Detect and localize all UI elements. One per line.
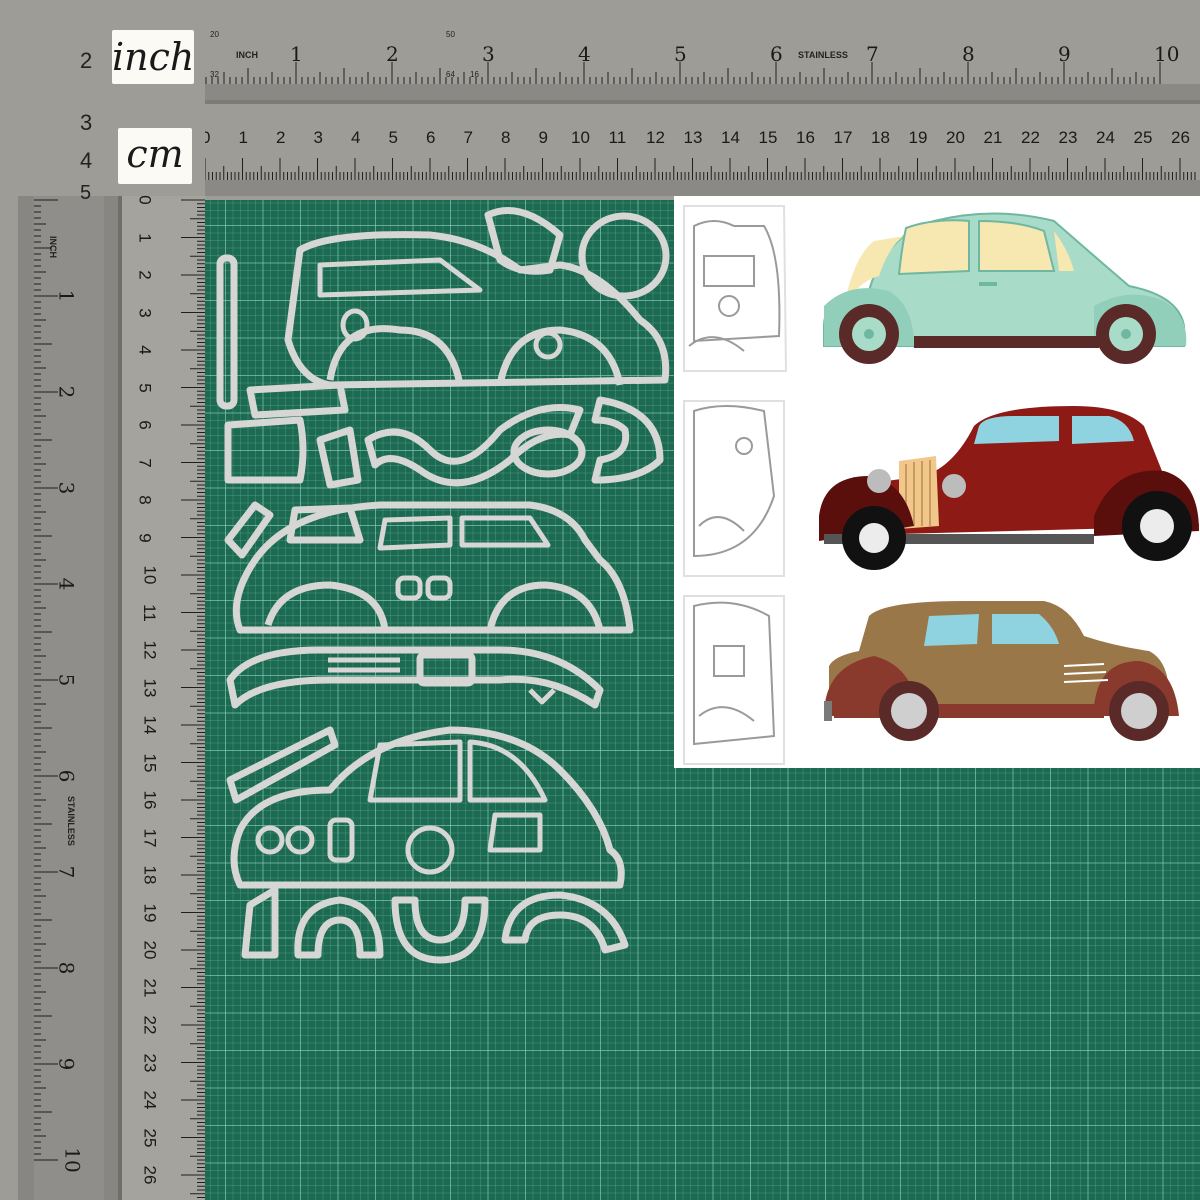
product-photo: INCH STAINLESS 20 32 50 64 16 1234567891… — [0, 0, 1200, 1200]
illustration-panel — [674, 196, 1200, 768]
brown-vintage-sedan — [824, 601, 1179, 741]
sedan-die-set — [224, 501, 634, 709]
green-beetle-car — [823, 212, 1187, 364]
beetle-die-set — [226, 726, 629, 964]
coupe-die-set — [216, 207, 670, 489]
die-thumbnail-column — [683, 205, 788, 765]
red-vintage-coupe — [819, 406, 1199, 570]
